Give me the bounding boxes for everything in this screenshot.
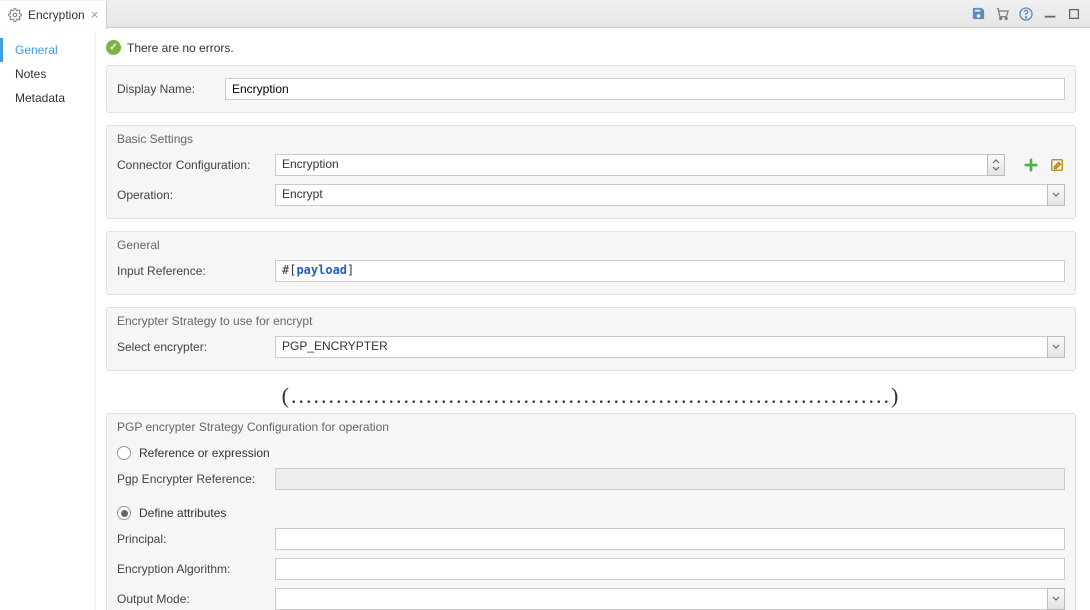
encryption-algorithm-input[interactable] xyxy=(275,558,1065,580)
sidebar-item-label: Notes xyxy=(15,67,46,81)
ellipsis-divider: (.......................................… xyxy=(106,383,1076,413)
section-title: General xyxy=(107,232,1075,256)
connector-config-select[interactable]: Encryption xyxy=(275,154,988,176)
input-ref-suffix: ] xyxy=(347,263,354,277)
connector-config-label: Connector Configuration: xyxy=(117,158,267,172)
sidebar-item-general[interactable]: General xyxy=(0,38,95,62)
maximize-icon[interactable] xyxy=(1066,6,1082,22)
sidebar-item-metadata[interactable]: Metadata xyxy=(0,86,95,110)
status-message: There are no errors. xyxy=(127,41,234,55)
radio-reference-row[interactable]: Reference or expression xyxy=(117,442,1065,464)
section-encrypter-strategy: Encrypter Strategy to use for encrypt Se… xyxy=(106,307,1076,371)
output-mode-label: Output Mode: xyxy=(117,592,267,606)
input-reference-label: Input Reference: xyxy=(117,264,267,278)
radio-reference-label: Reference or expression xyxy=(139,446,270,460)
cart-icon[interactable] xyxy=(994,6,1010,22)
section-title: PGP encrypter Strategy Configuration for… xyxy=(107,414,1075,438)
main-panel: ✓ There are no errors. Display Name: Bas… xyxy=(96,28,1090,610)
sidebar-item-label: Metadata xyxy=(15,91,65,105)
section-display-name: Display Name: xyxy=(106,65,1076,113)
radio-define-row[interactable]: Define attributes xyxy=(117,502,1065,524)
sidebar-item-label: General xyxy=(15,43,58,57)
chevron-updown-icon[interactable] xyxy=(987,154,1005,176)
add-icon[interactable] xyxy=(1023,157,1039,173)
radio-icon[interactable] xyxy=(117,506,131,520)
select-encrypter-select[interactable]: PGP_ENCRYPTER xyxy=(275,336,1048,358)
principal-label: Principal: xyxy=(117,532,267,546)
principal-input[interactable] xyxy=(275,528,1065,550)
input-ref-payload: payload xyxy=(296,263,347,277)
operation-label: Operation: xyxy=(117,188,267,202)
sidebar: General Notes Metadata xyxy=(0,28,96,610)
edit-icon[interactable] xyxy=(1049,157,1065,173)
input-reference-input[interactable]: #[payload] xyxy=(275,260,1065,282)
title-bar: Encryption × xyxy=(0,0,1090,28)
chevron-down-icon[interactable] xyxy=(1047,184,1065,206)
pgp-encrypter-reference-label: Pgp Encrypter Reference: xyxy=(117,472,267,486)
help-icon[interactable] xyxy=(1018,6,1034,22)
check-icon: ✓ xyxy=(106,40,121,55)
section-title: Encrypter Strategy to use for encrypt xyxy=(107,308,1075,332)
toolbar xyxy=(970,6,1090,22)
save-icon[interactable] xyxy=(970,6,986,22)
select-encrypter-label: Select encrypter: xyxy=(117,340,267,354)
status-row: ✓ There are no errors. xyxy=(106,38,1076,65)
close-icon[interactable]: × xyxy=(91,7,99,22)
section-general: General Input Reference: #[payload] xyxy=(106,231,1076,295)
input-ref-prefix: #[ xyxy=(282,263,296,277)
chevron-down-icon[interactable] xyxy=(1047,336,1065,358)
section-basic-settings: Basic Settings Connector Configuration: … xyxy=(106,125,1076,219)
radio-define-label: Define attributes xyxy=(139,506,226,520)
tab-title: Encryption xyxy=(28,8,85,22)
chevron-down-icon[interactable] xyxy=(1047,588,1065,610)
sidebar-item-notes[interactable]: Notes xyxy=(0,62,95,86)
pgp-encrypter-reference-input xyxy=(275,468,1065,490)
display-name-label: Display Name: xyxy=(117,82,217,96)
encryption-algorithm-label: Encryption Algorithm: xyxy=(117,562,267,576)
editor-tab[interactable]: Encryption × xyxy=(0,1,107,29)
output-mode-select[interactable] xyxy=(275,588,1048,610)
section-pgp-config: PGP encrypter Strategy Configuration for… xyxy=(106,413,1076,610)
operation-select[interactable]: Encrypt xyxy=(275,184,1048,206)
minimize-icon[interactable] xyxy=(1042,6,1058,22)
display-name-input[interactable] xyxy=(225,78,1065,100)
section-title: Basic Settings xyxy=(107,126,1075,150)
radio-icon[interactable] xyxy=(117,446,131,460)
gear-icon xyxy=(8,8,22,22)
